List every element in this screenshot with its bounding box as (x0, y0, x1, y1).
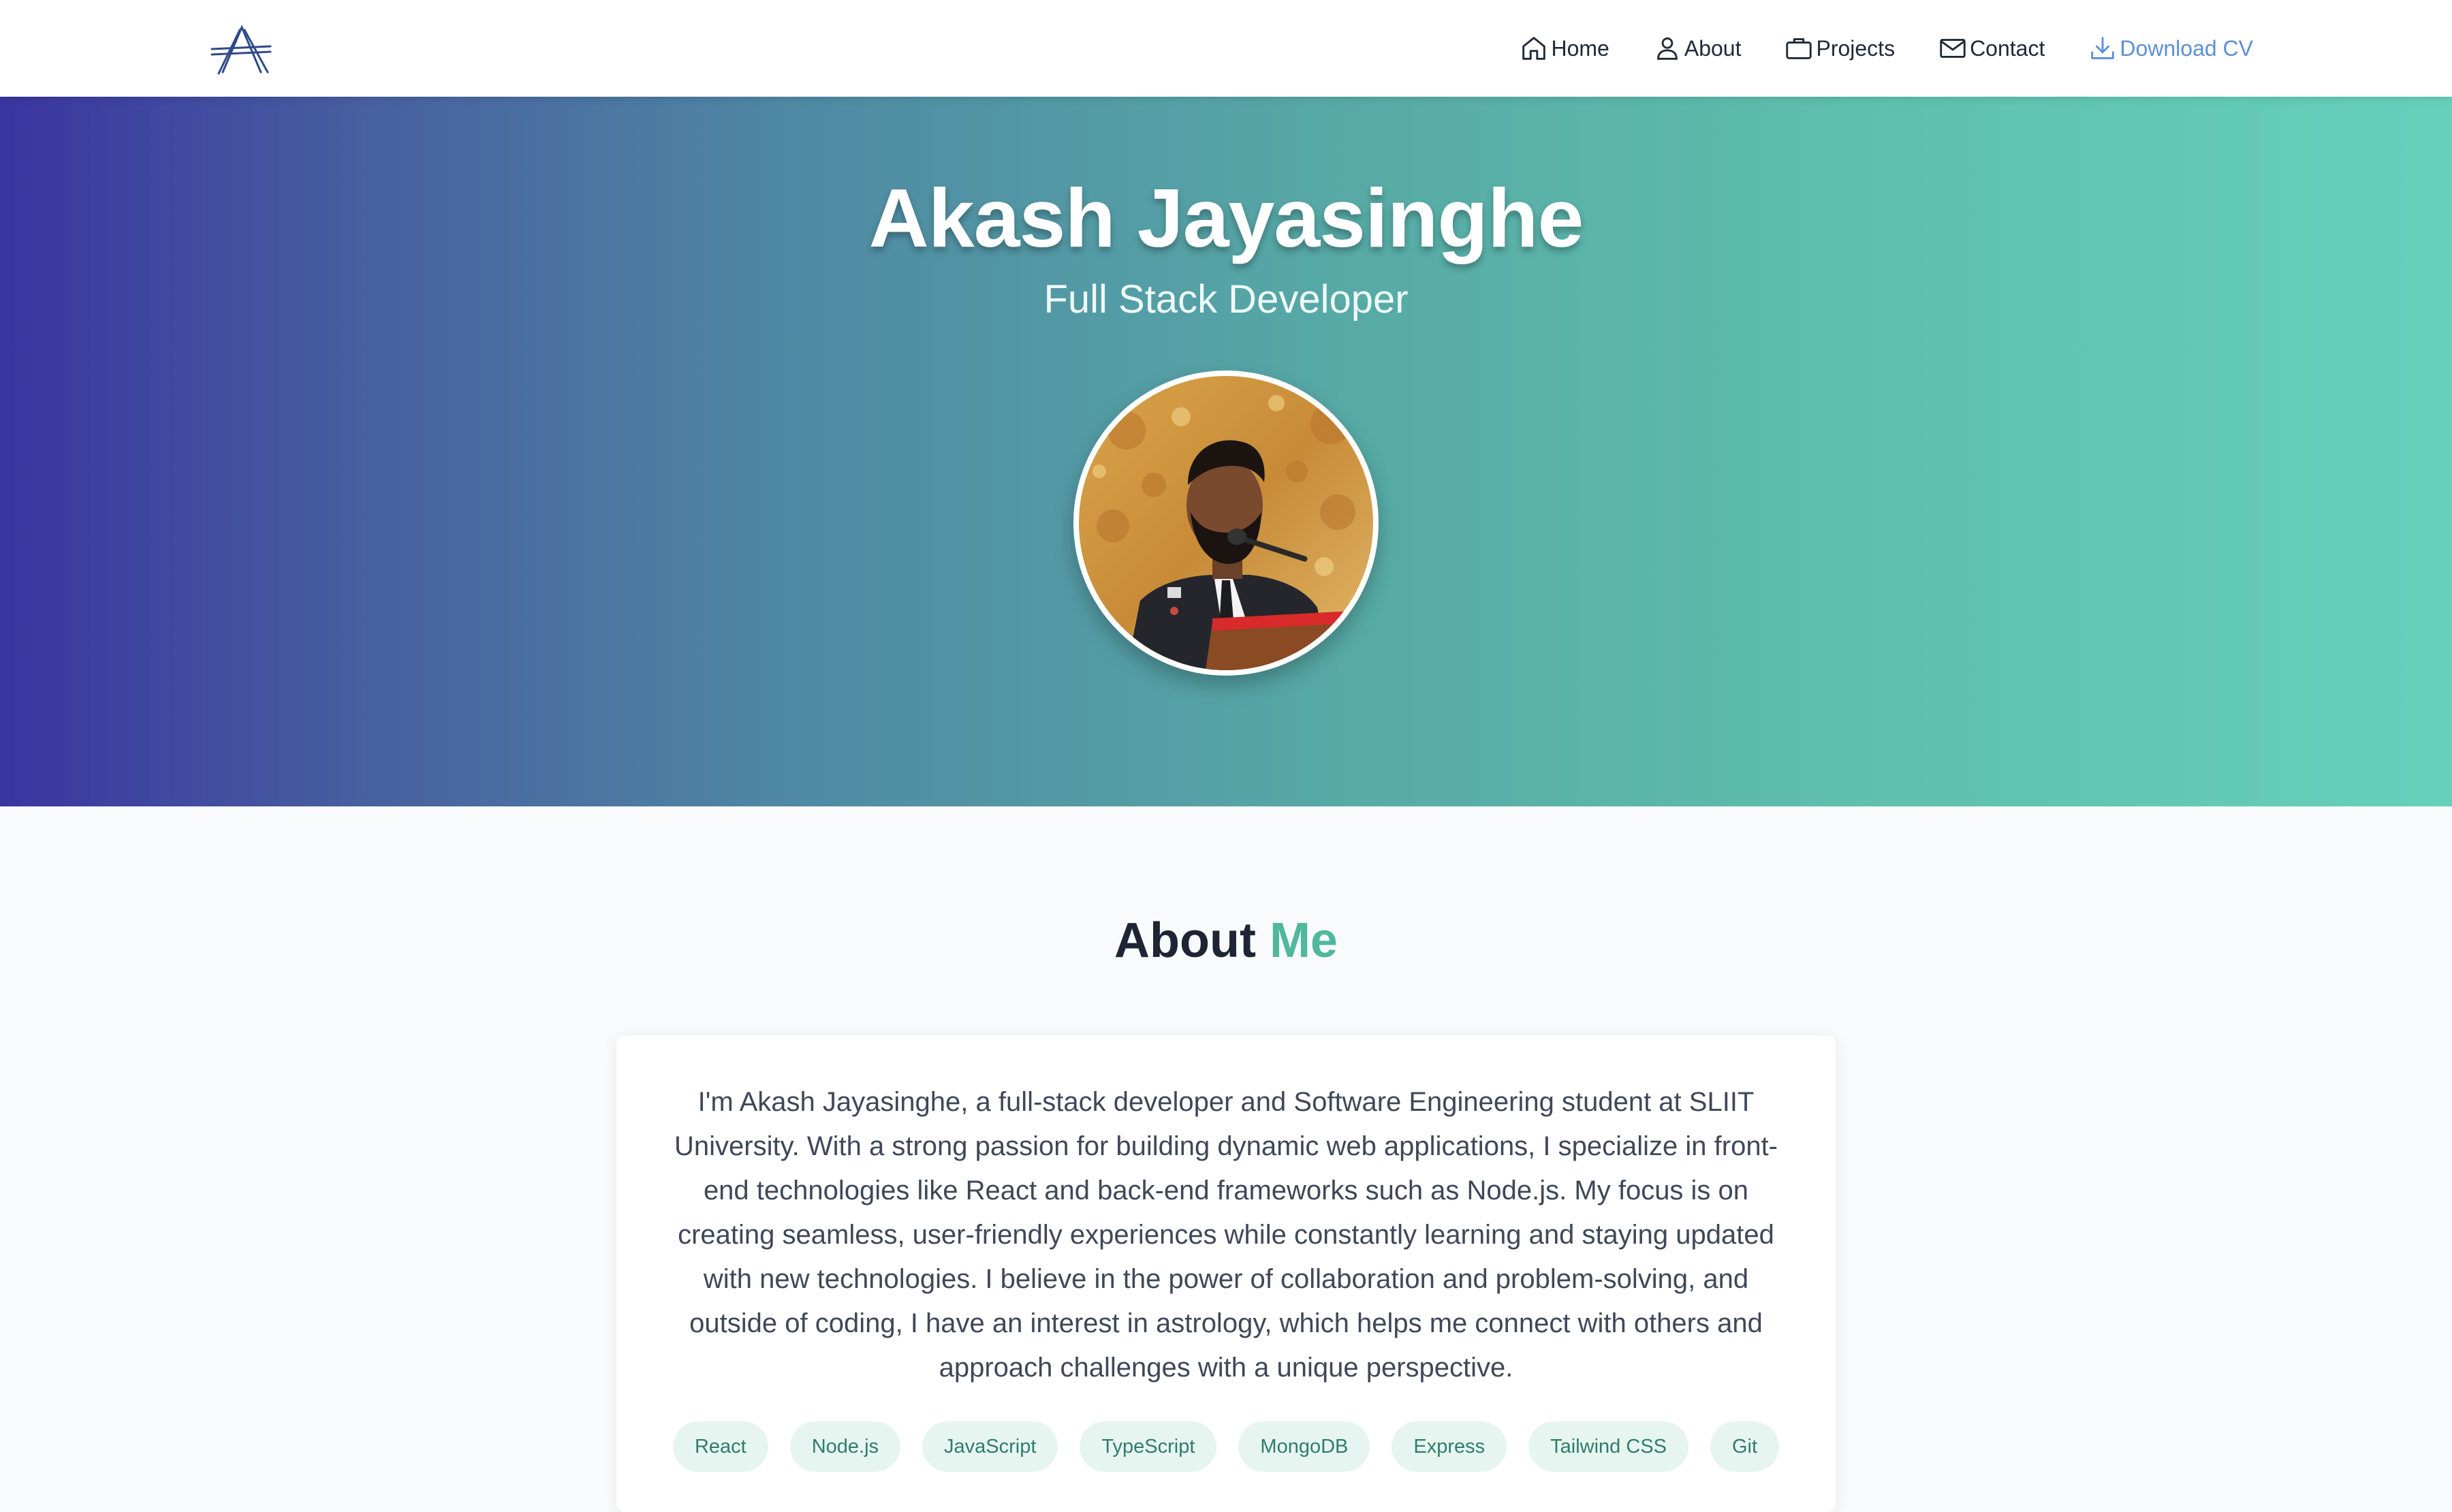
about-card: I'm Akash Jayasinghe, a full-stack devel… (616, 1035, 1836, 1512)
skill-tag: JavaScript (922, 1421, 1058, 1472)
profile-photo-frame (1073, 371, 1379, 676)
nav-about[interactable]: About (1652, 33, 1742, 64)
skill-tag: Node.js (789, 1421, 901, 1472)
skill-tag: Express (1392, 1421, 1507, 1472)
download-cv-label: Download CV (2120, 35, 2253, 61)
profile-photo-illustration (1079, 376, 1373, 670)
nav-home-label: Home (1551, 35, 1609, 61)
home-icon (1522, 37, 1546, 60)
nav-contact-label: Contact (1970, 35, 2045, 61)
nav-projects[interactable]: Projects (1783, 33, 1895, 64)
about-heading-accent: Me (1269, 913, 1338, 968)
nav-home[interactable]: Home (1518, 33, 1609, 64)
nav-projects-label: Projects (1816, 35, 1896, 61)
briefcase-icon (1786, 38, 1812, 59)
skill-tag: MongoDB (1238, 1421, 1370, 1472)
hero-section: Akash Jayasinghe Full Stack Developer (0, 97, 2452, 806)
about-heading: About Me (0, 913, 2452, 968)
top-navbar: Home About Projects Contact Download CV (0, 0, 2452, 97)
profile-photo (1079, 376, 1373, 670)
nav-about-label: About (1684, 35, 1742, 61)
a-monogram-logo[interactable] (208, 23, 273, 75)
user-icon (1656, 37, 1678, 60)
hero-name: Akash Jayasinghe (868, 172, 1584, 264)
about-paragraph: I'm Akash Jayasinghe, a full-stack devel… (674, 1087, 1778, 1383)
skill-tag: Git (1710, 1421, 1780, 1472)
nav-contact[interactable]: Contact (1937, 33, 2045, 64)
mail-icon (1940, 39, 1966, 58)
download-icon (2091, 37, 2115, 59)
main-nav: Home About Projects Contact Download CV (1476, 0, 2253, 97)
skill-tag: React (672, 1421, 768, 1472)
skills-list: React Node.js JavaScript TypeScript Mong… (616, 1421, 1836, 1472)
hero-role: Full Stack Developer (1043, 277, 1409, 321)
skill-tag: Tailwind CSS (1528, 1421, 1688, 1472)
download-cv-link[interactable]: Download CV (2087, 33, 2253, 64)
skill-tag: TypeScript (1080, 1421, 1217, 1472)
about-heading-main: About (1114, 913, 1256, 968)
